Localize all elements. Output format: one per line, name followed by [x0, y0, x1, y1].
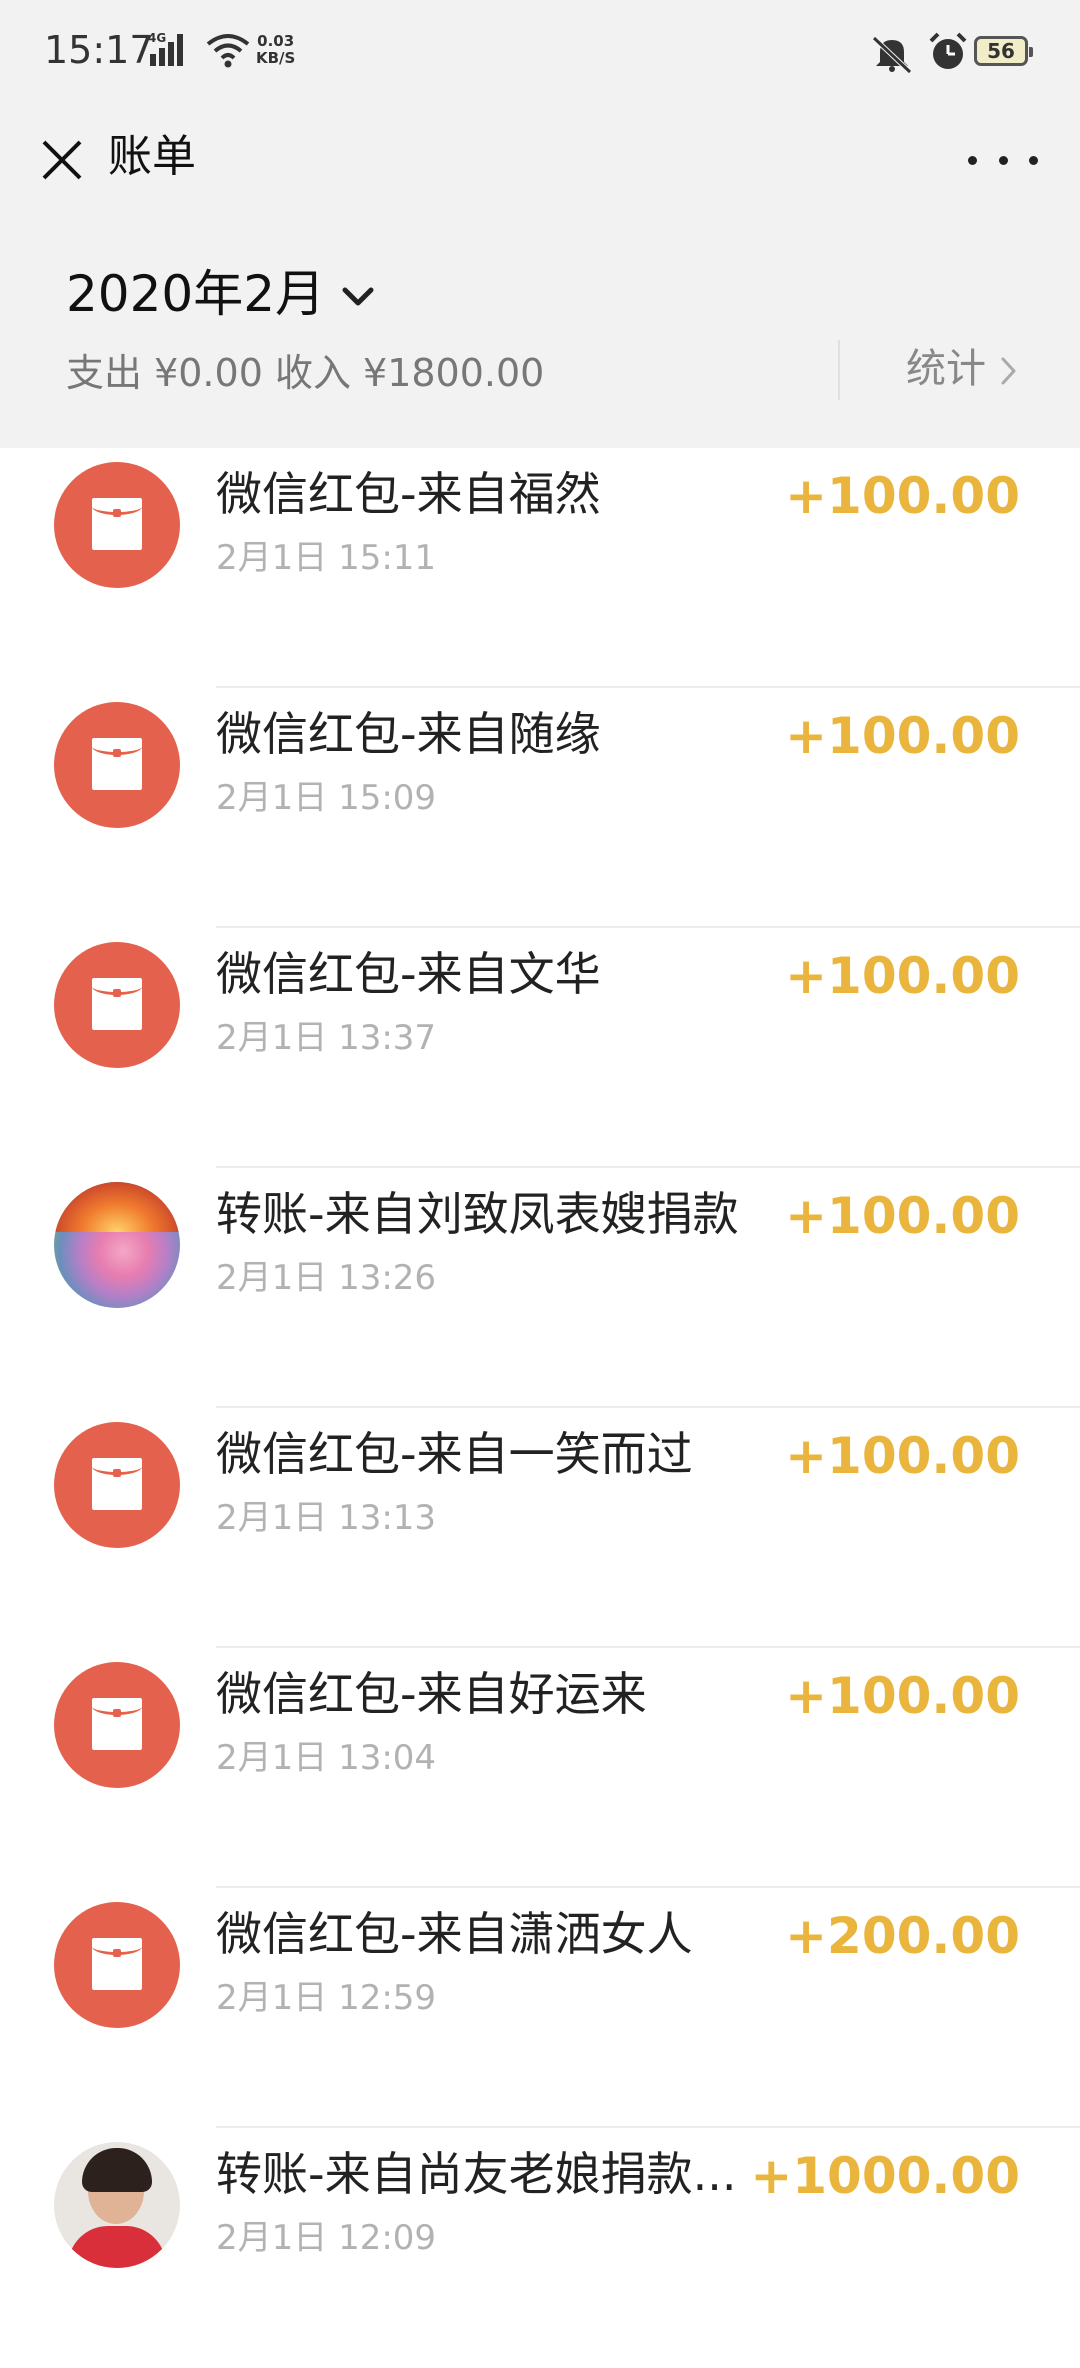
red-packet-icon — [54, 702, 180, 828]
transaction-time: 2月1日 13:37 — [216, 1018, 437, 1058]
transaction-title: 转账-来自刘致凤表嫂捐款 — [216, 1187, 739, 1241]
transaction-row[interactable]: 转账-来自刘致凤表嫂捐款 2月1日 13:26 +100.00 — [0, 1168, 1080, 1408]
transaction-list: 微信红包-来自福然 2月1日 15:11 +100.00 微信红包-来自随缘 2… — [0, 448, 1080, 2368]
wifi-icon — [206, 34, 250, 68]
page-title: 账单 — [108, 131, 196, 182]
transaction-time: 2月1日 12:59 — [216, 1978, 437, 2018]
status-time: 15:17 — [44, 28, 154, 72]
transaction-row[interactable]: 微信红包-来自好运来 2月1日 13:04 +100.00 — [0, 1648, 1080, 1888]
month-selector[interactable]: 2020年2月 — [66, 264, 375, 324]
status-bar: 15:17 4G 0.03 KB/S 56 — [0, 0, 1080, 108]
network-speed: 0.03 KB/S — [256, 33, 295, 67]
transaction-amount: +100.00 — [785, 467, 1020, 525]
transaction-title: 转账-来自尚友老娘捐款... — [216, 2147, 737, 2201]
signal-icon: 4G — [148, 31, 183, 66]
chevron-right-icon — [1001, 357, 1016, 385]
transaction-time: 2月1日 15:11 — [216, 538, 437, 578]
close-icon[interactable] — [30, 128, 94, 192]
transaction-row[interactable]: 微信红包-来自随缘 2月1日 15:09 +100.00 — [0, 688, 1080, 928]
red-packet-icon — [54, 1662, 180, 1788]
stats-label: 统计 — [906, 346, 986, 392]
dot-icon — [998, 155, 1008, 165]
transaction-row[interactable]: 微信红包-来自潇洒女人 2月1日 12:59 +200.00 — [0, 1888, 1080, 2128]
stats-link[interactable]: 统计 — [906, 344, 1018, 394]
alarm-icon — [929, 32, 967, 69]
transaction-time: 2月1日 13:26 — [216, 1258, 437, 1298]
red-packet-icon — [54, 942, 180, 1068]
transaction-time: 2月1日 15:09 — [216, 778, 437, 818]
transaction-time: 2月1日 13:04 — [216, 1738, 437, 1778]
user-avatar — [54, 2142, 180, 2268]
svg-text:4G: 4G — [148, 31, 166, 45]
top-nav-bar: 账单 — [0, 108, 1080, 212]
transaction-row[interactable]: 微信红包-来自福然 2月1日 15:11 +100.00 — [0, 448, 1080, 688]
transaction-amount: +100.00 — [785, 707, 1020, 765]
transaction-title: 微信红包-来自一笑而过 — [216, 1427, 693, 1481]
transaction-row[interactable]: 微信红包-来自文华 2月1日 13:37 +100.00 — [0, 928, 1080, 1168]
transaction-amount: +1000.00 — [750, 2147, 1020, 2205]
transaction-row[interactable]: 转账-来自尚友老娘捐款... 2月1日 12:09 +1000.00 — [0, 2128, 1080, 2368]
transaction-amount: +100.00 — [785, 1427, 1020, 1485]
transaction-amount: +100.00 — [785, 1667, 1020, 1725]
transaction-title: 微信红包-来自随缘 — [216, 707, 601, 761]
transaction-amount: +200.00 — [785, 1907, 1020, 1965]
user-avatar — [54, 1182, 180, 1308]
transaction-title: 微信红包-来自好运来 — [216, 1667, 647, 1721]
transaction-row[interactable]: 微信红包-来自一笑而过 2月1日 13:13 +100.00 — [0, 1408, 1080, 1648]
red-packet-icon — [54, 1422, 180, 1548]
network-speed-unit: KB/S — [256, 49, 296, 67]
dot-icon — [968, 155, 977, 165]
transaction-title: 微信红包-来自福然 — [216, 467, 601, 521]
battery-indicator: 56 — [974, 36, 1033, 66]
red-packet-icon — [54, 462, 180, 588]
month-totals: 支出 ¥0.00 收入 ¥1800.00 — [66, 351, 545, 395]
transaction-time: 2月1日 13:13 — [216, 1498, 437, 1538]
chevron-down-icon — [342, 287, 374, 306]
transaction-title: 微信红包-来自潇洒女人 — [216, 1907, 693, 1961]
mute-icon — [872, 36, 912, 74]
divider — [838, 340, 840, 400]
transaction-time: 2月1日 12:09 — [216, 2218, 437, 2258]
month-label: 2020年2月 — [66, 265, 326, 323]
transaction-title: 微信红包-来自文华 — [216, 947, 601, 1001]
red-packet-icon — [54, 1902, 180, 2028]
month-summary: 2020年2月 支出 ¥0.00 收入 ¥1800.00 统计 — [0, 212, 1080, 448]
transaction-amount: +100.00 — [785, 1187, 1020, 1245]
network-speed-value: 0.03 — [257, 32, 295, 50]
dot-icon — [1029, 155, 1038, 165]
more-options-button[interactable] — [968, 128, 1038, 192]
transaction-amount: +100.00 — [785, 947, 1020, 1005]
